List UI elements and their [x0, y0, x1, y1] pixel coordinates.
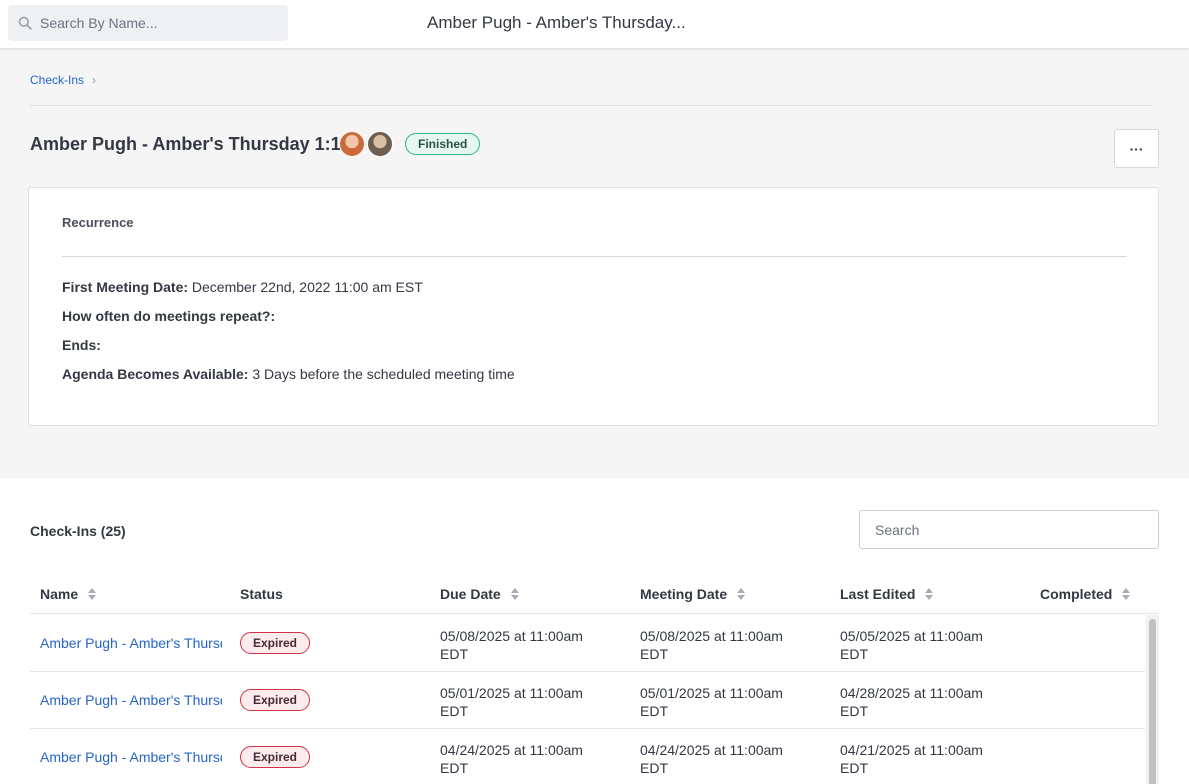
- column-due-date[interactable]: Due Date: [440, 586, 519, 602]
- column-completed[interactable]: Completed: [1040, 586, 1131, 602]
- due-date-timezone: EDT: [440, 760, 468, 776]
- table-row: Amber Pugh - Amber's Thursday 1:1 Expire…: [30, 672, 1145, 729]
- global-search-input[interactable]: [40, 15, 270, 31]
- meeting-date-line: 05/08/2025 at 11:00am: [640, 628, 783, 644]
- sort-icon[interactable]: [88, 588, 97, 600]
- search-icon: [18, 16, 32, 30]
- avatar[interactable]: [339, 131, 365, 157]
- meeting-date-timezone: EDT: [640, 760, 668, 776]
- due-date: 05/08/2025 at 11:00am EDT: [440, 627, 620, 663]
- column-status-label: Status: [240, 586, 283, 602]
- sort-icon[interactable]: [925, 588, 934, 600]
- divider: [30, 105, 1153, 106]
- first-meeting-label: First Meeting Date:: [62, 279, 189, 295]
- column-due-date-label: Due Date: [440, 586, 501, 602]
- meeting-date-timezone: EDT: [640, 646, 668, 662]
- due-date-line: 05/08/2025 at 11:00am: [440, 628, 583, 644]
- last-edited-line: 04/21/2025 at 11:00am: [840, 742, 983, 758]
- column-last-edited[interactable]: Last Edited: [840, 586, 934, 602]
- last-edited: 04/28/2025 at 11:00am EDT: [840, 684, 1020, 720]
- agenda-label: Agenda Becomes Available:: [62, 366, 249, 382]
- page-title: Amber Pugh - Amber's Thursday 1:1: [30, 134, 341, 154]
- table-body: Amber Pugh - Amber's Thursday 1:1 Expire…: [30, 615, 1145, 784]
- top-bar: Amber Pugh - Amber's Thursday...: [0, 0, 1189, 48]
- first-meeting-value: December 22nd, 2022 11:00 am EST: [191, 279, 423, 295]
- divider: [62, 256, 1127, 257]
- last-edited-timezone: EDT: [840, 760, 868, 776]
- table-row: Amber Pugh - Amber's Thursday 1:1 Expire…: [30, 615, 1145, 672]
- breadcrumb-check-ins[interactable]: Check-Ins: [30, 73, 84, 87]
- ends: Ends:: [62, 337, 101, 353]
- sort-icon[interactable]: [1122, 588, 1131, 600]
- column-last-edited-label: Last Edited: [840, 586, 916, 602]
- status-badge: Expired: [240, 689, 311, 711]
- sort-icon[interactable]: [737, 588, 746, 600]
- avatar[interactable]: [367, 131, 393, 157]
- check-ins-panel: Check-Ins (25) Name Status Due Date Meet…: [0, 478, 1189, 784]
- due-date-timezone: EDT: [440, 646, 468, 662]
- meeting-date-line: 04/24/2025 at 11:00am: [640, 742, 783, 758]
- repeat-label: How often do meetings repeat?:: [62, 308, 276, 324]
- top-bar-title: Amber Pugh - Amber's Thursday...: [427, 13, 686, 32]
- last-edited-line: 05/05/2025 at 11:00am: [840, 628, 983, 644]
- due-date-line: 04/24/2025 at 11:00am: [440, 742, 583, 758]
- table-scrollbar[interactable]: [1146, 615, 1159, 784]
- table-row: Amber Pugh - Amber's Thursday 1:1 Expire…: [30, 729, 1145, 784]
- ends-label: Ends:: [62, 337, 101, 353]
- check-in-name-link[interactable]: Amber Pugh - Amber's Thursday 1:1: [40, 635, 222, 651]
- meeting-date: 04/24/2025 at 11:00am EDT: [640, 741, 820, 777]
- meeting-date: 05/01/2025 at 11:00am EDT: [640, 684, 820, 720]
- check-ins-title: Check-Ins (25): [30, 523, 126, 539]
- column-name[interactable]: Name: [40, 586, 97, 602]
- column-meeting-date-label: Meeting Date: [640, 586, 728, 602]
- last-edited: 05/05/2025 at 11:00am EDT: [840, 627, 1020, 663]
- recurrence-card: Recurrence First Meeting Date: December …: [28, 187, 1159, 426]
- breadcrumb: Check-Ins ›: [30, 73, 96, 87]
- check-ins-search-input[interactable]: [859, 510, 1159, 549]
- meeting-date: 05/08/2025 at 11:00am EDT: [640, 627, 820, 663]
- sort-icon[interactable]: [510, 588, 519, 600]
- status-badge: Expired: [240, 632, 311, 654]
- column-status: Status: [240, 586, 283, 602]
- status-badge: Expired: [240, 746, 311, 768]
- recurrence-heading: Recurrence: [62, 215, 134, 230]
- more-options-button[interactable]: ···: [1114, 129, 1159, 168]
- column-name-label: Name: [40, 586, 79, 602]
- chevron-right-icon: ›: [92, 73, 97, 87]
- due-date: 05/01/2025 at 11:00am EDT: [440, 684, 620, 720]
- agenda-availability: Agenda Becomes Available: 3 Days before …: [62, 366, 515, 382]
- meeting-date-timezone: EDT: [640, 703, 668, 719]
- status-badge: Finished: [405, 133, 481, 155]
- due-date-line: 05/01/2025 at 11:00am: [440, 685, 583, 701]
- repeat-frequency: How often do meetings repeat?:: [62, 308, 275, 324]
- global-search[interactable]: [8, 5, 288, 41]
- check-in-name-link[interactable]: Amber Pugh - Amber's Thursday 1:1: [40, 749, 222, 765]
- table-header: Name Status Due Date Meeting Date Last E…: [30, 576, 1159, 614]
- column-meeting-date[interactable]: Meeting Date: [640, 586, 746, 602]
- first-meeting-date: First Meeting Date: December 22nd, 2022 …: [62, 279, 423, 295]
- column-completed-label: Completed: [1040, 586, 1113, 602]
- meeting-date-line: 05/01/2025 at 11:00am: [640, 685, 783, 701]
- scrollbar-thumb[interactable]: [1149, 619, 1156, 784]
- check-in-name-link[interactable]: Amber Pugh - Amber's Thursday 1:1: [40, 692, 222, 708]
- last-edited-timezone: EDT: [840, 646, 868, 662]
- last-edited: 04/21/2025 at 11:00am EDT: [840, 741, 1020, 777]
- last-edited-timezone: EDT: [840, 703, 868, 719]
- last-edited-line: 04/28/2025 at 11:00am: [840, 685, 983, 701]
- due-date: 04/24/2025 at 11:00am EDT: [440, 741, 620, 777]
- due-date-timezone: EDT: [440, 703, 468, 719]
- agenda-value: 3 Days before the scheduled meeting time: [252, 366, 515, 382]
